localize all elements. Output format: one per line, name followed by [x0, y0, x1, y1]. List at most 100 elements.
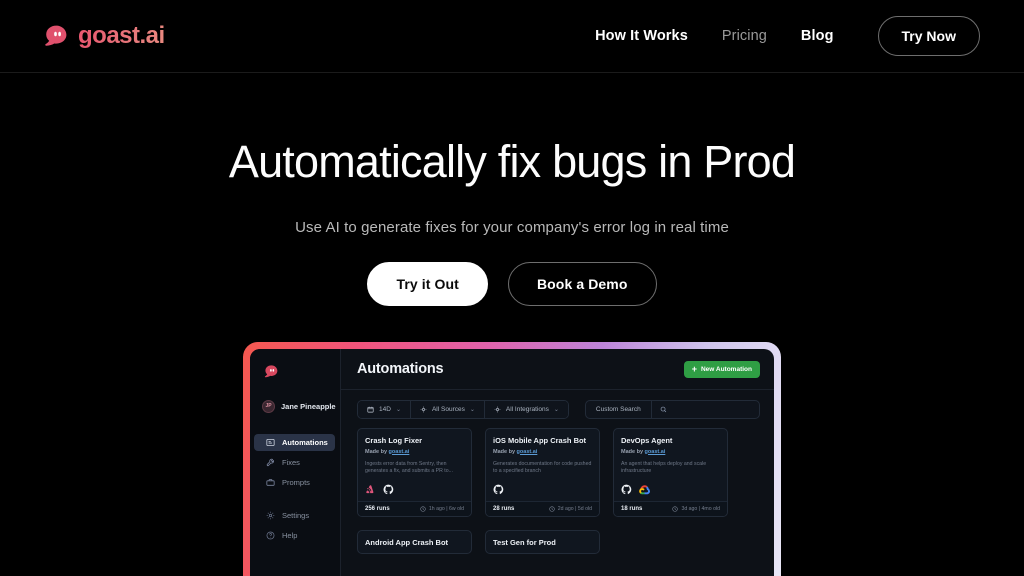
sidebar-user-name: Jane Pineapple: [281, 401, 336, 411]
ghost-icon: [45, 25, 67, 46]
plus-icon: +: [691, 363, 697, 374]
automation-card[interactable]: DevOps Agent Made by goast.ai An agent t…: [613, 427, 728, 517]
sidebar-item-fixes[interactable]: Fixes: [254, 454, 335, 471]
github-icon: [621, 484, 632, 494]
card-title: Crash Log Fixer: [365, 435, 423, 445]
sidebar-item-label: Automations: [282, 437, 328, 447]
card-description: An agent that helps deploy and scale inf…: [621, 460, 707, 475]
sentry-icon: [366, 484, 374, 493]
sidebar-item-settings[interactable]: Settings: [254, 507, 335, 524]
card-footer: 256 runs 1h ago | 6w old: [358, 500, 471, 516]
filter-group: 14D ⌄ All Sources ⌄ All Integrations ⌄: [357, 399, 569, 419]
card-meta: 2d ago | 5d old: [549, 506, 592, 512]
try-now-button[interactable]: Try Now: [877, 16, 980, 56]
filter-date-range[interactable]: 14D ⌄: [358, 400, 411, 418]
card-integrations: [493, 484, 592, 495]
card-made-by: Made by goast.ai: [365, 449, 464, 455]
filter-all-integrations[interactable]: All Integrations ⌄: [484, 400, 568, 418]
card-meta: 1h ago | 6w old: [420, 506, 464, 512]
clock-icon: [420, 505, 426, 512]
sidebar-item-label: Fixes: [282, 457, 300, 467]
sidebar-item-label: Prompts: [282, 477, 310, 487]
card-description: Generates documentation for code pushed …: [493, 460, 592, 475]
github-icon: [383, 484, 394, 494]
card-title: Android App Crash Bot: [365, 537, 449, 547]
sidebar-item-prompts[interactable]: Prompts: [254, 474, 335, 491]
integration-icon: [494, 406, 501, 412]
avatar: JP: [262, 399, 275, 413]
card-integrations: [365, 484, 464, 495]
hero-section: Automatically fix bugs in Prod Use AI to…: [0, 73, 1024, 306]
briefcase-icon: [266, 478, 275, 486]
automation-card[interactable]: Android App Crash Bot: [357, 529, 472, 554]
card-title: iOS Mobile App Crash Bot: [493, 435, 587, 445]
nav-link-pricing[interactable]: Pricing: [722, 28, 767, 44]
card-runs: 18 runs: [621, 505, 643, 512]
custom-search-label: Custom Search: [586, 400, 652, 418]
hero-actions: Try it Out Book a Demo: [0, 261, 1024, 306]
nav-link-blog[interactable]: Blog: [801, 28, 834, 44]
card-title: DevOps Agent: [621, 435, 673, 445]
page-title: Automatically fix bugs in Prod: [228, 136, 796, 187]
made-by-prefix: Made by: [621, 448, 645, 455]
search-input[interactable]: [652, 401, 759, 418]
card-body: Crash Log Fixer Made by goast.ai Ingests…: [358, 429, 471, 501]
made-by-link[interactable]: goast.ai: [517, 449, 538, 455]
filter-all-sources[interactable]: All Sources ⌄: [410, 400, 485, 418]
brand-logo-link[interactable]: goast.ai: [44, 22, 165, 50]
clock-icon: [549, 505, 555, 512]
app-screen: JP Jane Pineapple Automations Fixes Prom…: [250, 348, 774, 576]
card-meta-text: 3d ago | 4mo old: [681, 505, 720, 512]
app-preview: JP Jane Pineapple Automations Fixes Prom…: [0, 341, 1024, 576]
try-it-out-button[interactable]: Try it Out: [367, 261, 488, 306]
card-footer: 28 runs 2d ago | 5d old: [486, 500, 599, 516]
nav-link-how-it-works[interactable]: How It Works: [595, 28, 688, 44]
app-frame: JP Jane Pineapple Automations Fixes Prom…: [243, 341, 781, 576]
book-a-demo-button[interactable]: Book a Demo: [507, 261, 657, 306]
card-title: Test Gen for Prod: [493, 537, 556, 547]
automation-card-grid: Crash Log Fixer Made by goast.ai Ingests…: [341, 419, 774, 554]
sidebar-item-automations[interactable]: Automations: [254, 433, 335, 451]
card-meta-text: 1h ago | 6w old: [428, 505, 464, 512]
source-icon: [420, 406, 427, 412]
card-meta: 3d ago | 4mo old: [672, 506, 720, 512]
card-body: iOS Mobile App Crash Bot Made by goast.a…: [486, 429, 599, 501]
clock-icon: [672, 505, 679, 512]
primary-nav: How It Works Pricing Blog Try Now: [595, 16, 980, 56]
site-header: goast.ai How It Works Pricing Blog Try N…: [0, 0, 1024, 73]
app-header: Automations + New Automation: [341, 349, 774, 390]
card-description: Ingests error data from Sentry, then gen…: [365, 460, 453, 475]
chevron-down-icon: ⌄: [553, 406, 559, 413]
card-meta-text: 2d ago | 5d old: [557, 505, 592, 512]
chevron-down-icon: ⌄: [469, 406, 475, 413]
card-runs: 28 runs: [493, 505, 515, 512]
filter-label: All Integrations: [505, 405, 549, 413]
sidebar-item-label: Help: [282, 530, 298, 540]
new-automation-button[interactable]: + New Automation: [683, 360, 760, 378]
made-by-prefix: Made by: [365, 448, 389, 455]
filter-label: 14D: [379, 405, 391, 413]
card-runs: 256 runs: [365, 505, 390, 512]
automation-card[interactable]: Crash Log Fixer Made by goast.ai Ingests…: [357, 427, 472, 517]
card-body: Android App Crash Bot: [358, 531, 471, 553]
card-footer: 18 runs 3d ago | 4mo old: [614, 500, 727, 516]
card-integrations: [621, 484, 720, 495]
help-circle-icon: [266, 531, 275, 539]
automation-card[interactable]: iOS Mobile App Crash Bot Made by goast.a…: [485, 427, 600, 517]
filter-bar: 14D ⌄ All Sources ⌄ All Integrations ⌄ C…: [341, 390, 774, 419]
github-icon: [493, 484, 504, 494]
hero-subtitle: Use AI to generate fixes for your compan…: [295, 218, 729, 236]
sidebar-user[interactable]: JP Jane Pineapple: [250, 399, 340, 413]
card-body: DevOps Agent Made by goast.ai An agent t…: [614, 429, 727, 501]
made-by-link[interactable]: goast.ai: [645, 449, 666, 455]
custom-search-group: Custom Search: [584, 399, 760, 419]
sidebar-item-help[interactable]: Help: [254, 527, 335, 544]
card-made-by: Made by goast.ai: [621, 449, 720, 455]
automation-card[interactable]: Test Gen for Prod: [485, 529, 600, 554]
calendar-icon: [367, 406, 374, 412]
wrench-icon: [266, 458, 274, 466]
google-cloud-icon: [639, 484, 651, 494]
gear-icon: [266, 511, 275, 519]
card-body: Test Gen for Prod: [486, 531, 599, 553]
made-by-link[interactable]: goast.ai: [389, 449, 410, 455]
